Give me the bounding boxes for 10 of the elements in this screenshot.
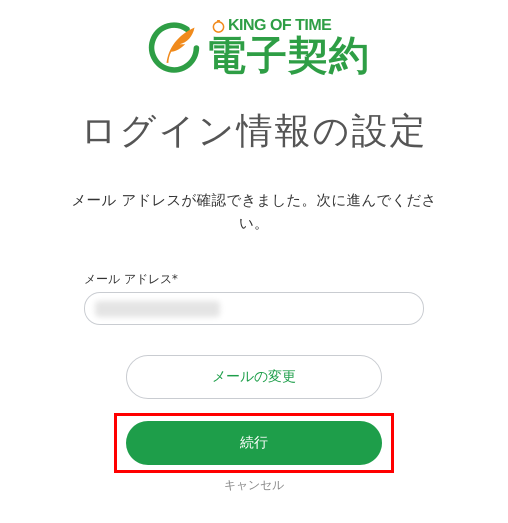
brand-name: KING OF TIME [228,18,332,34]
confirmation-message: メール アドレスが確認できました。次に進んでください。 [70,192,438,234]
product-name: 電子契約 [206,34,370,78]
continue-button[interactable]: 続行 [126,421,382,465]
clock-face-icon [212,20,225,32]
page-title: ログイン情報の設定 [80,110,428,154]
change-email-button[interactable]: メールの変更 [126,355,382,399]
field-label: メール アドレス* [84,272,179,286]
cancel-link[interactable]: キャンセル [224,477,284,493]
email-field[interactable] [84,292,424,325]
